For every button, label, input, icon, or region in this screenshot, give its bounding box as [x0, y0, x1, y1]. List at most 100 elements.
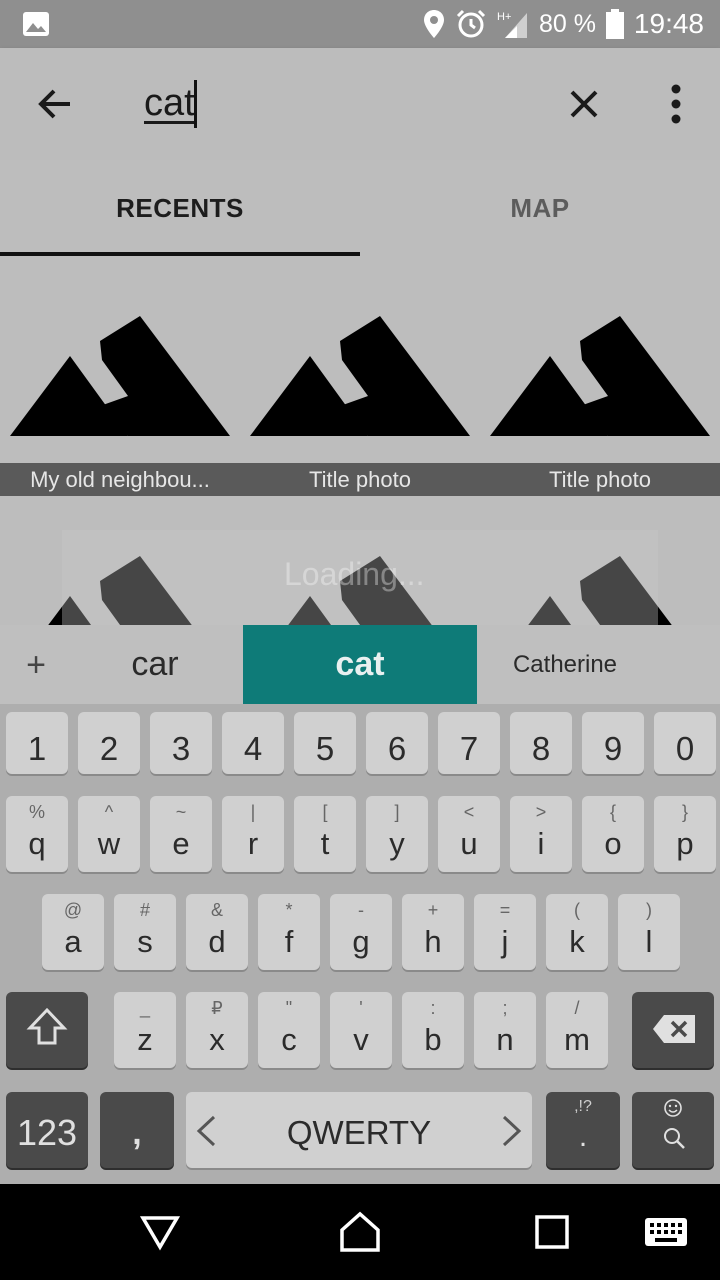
clear-icon[interactable]: [560, 80, 608, 128]
search-app-bar: cat: [0, 48, 720, 160]
search-input[interactable]: cat: [144, 82, 195, 125]
keyboard-key[interactable]: 5: [294, 712, 356, 774]
recents-nav-icon[interactable]: [528, 1208, 576, 1256]
period-key-label: .: [578, 1120, 588, 1153]
keyboard-key[interactable]: 1: [6, 712, 68, 774]
key-label: 6: [387, 730, 407, 767]
photo-tile[interactable]: [480, 256, 720, 496]
keyboard-key[interactable]: ~ e: [150, 796, 212, 872]
keyboard-key[interactable]: ; n: [474, 992, 536, 1068]
keyboard-key[interactable]: = j: [474, 894, 536, 970]
key-label: 3: [171, 730, 191, 767]
keyboard-key[interactable]: 7: [438, 712, 500, 774]
suggestion-item-selected[interactable]: cat: [243, 625, 477, 704]
key-secondary-label: +: [427, 900, 439, 920]
key-label: 2: [99, 730, 119, 767]
key-secondary-label: ^: [104, 802, 114, 822]
key-label: l: [645, 924, 653, 959]
photo-title: Title photo: [549, 467, 651, 492]
key-label: v: [353, 1022, 369, 1057]
more-options-icon[interactable]: [652, 80, 700, 128]
keyboard-key[interactable]: # s: [114, 894, 176, 970]
suggestion-item[interactable]: car: [66, 625, 244, 704]
key-label: p: [676, 826, 694, 861]
loading-text: Loading...: [284, 556, 425, 592]
keyboard-key[interactable]: ] y: [366, 796, 428, 872]
key-label: m: [564, 1022, 590, 1057]
photo-tile[interactable]: [240, 256, 480, 496]
keyboard-key[interactable]: ) l: [618, 894, 680, 970]
keyboard-key[interactable]: 9: [582, 712, 644, 774]
keyboard-key[interactable]: 4: [222, 712, 284, 774]
key-label: s: [137, 924, 153, 959]
keyboard-key[interactable]: > i: [510, 796, 572, 872]
emoji-search-key[interactable]: [632, 1092, 714, 1168]
key-label: j: [501, 924, 509, 959]
add-word-button[interactable]: +: [14, 643, 58, 687]
key-secondary-label: |: [250, 802, 256, 822]
photo-tile[interactable]: [0, 256, 240, 496]
keyboard-key[interactable]: % q: [6, 796, 68, 872]
key-secondary-label: ): [646, 900, 652, 920]
keyboard-key[interactable]: ^ w: [78, 796, 140, 872]
text-cursor: [194, 80, 197, 128]
keyboard-key[interactable]: @ a: [42, 894, 104, 970]
key-label: u: [460, 826, 478, 861]
keyboard-key[interactable]: 6: [366, 712, 428, 774]
keyboard-key[interactable]: 0: [654, 712, 716, 774]
key-secondary-label: {: [609, 802, 616, 822]
keyboard-key[interactable]: (k: [546, 894, 608, 970]
keyboard-key[interactable]: | r: [222, 796, 284, 872]
keyboard-key[interactable]: ' v: [330, 992, 392, 1068]
suggestion-item[interactable]: Catherine: [477, 625, 653, 704]
keyboard-key[interactable]: * f: [258, 894, 320, 970]
back-nav-icon[interactable]: [136, 1208, 184, 1256]
key-secondary-label: =: [499, 900, 511, 920]
period-key[interactable]: ,!? .: [546, 1092, 620, 1168]
photo-title: Title photo: [309, 467, 411, 492]
keyboard-key[interactable]: {o: [582, 796, 644, 872]
tab-recents[interactable]: RECENTS: [0, 160, 360, 256]
keyboard-key[interactable]: _ z: [114, 992, 176, 1068]
search-icon: [664, 1128, 685, 1149]
keyboard-key[interactable]: ₽ x: [186, 992, 248, 1068]
symbols-key[interactable]: 123: [6, 1092, 88, 1168]
shift-key[interactable]: [6, 992, 88, 1068]
keyboard-key[interactable]: + h: [402, 894, 464, 970]
keyboard-key[interactable]: :b: [402, 992, 464, 1068]
status-bar: H+ 80 % 19:48: [0, 0, 720, 48]
key-label: i: [537, 826, 545, 861]
comma-key-label: ,: [132, 1114, 142, 1152]
backspace-key[interactable]: [632, 992, 714, 1068]
key-secondary-label: ': [359, 998, 363, 1018]
keyboard-switch-icon[interactable]: [642, 1208, 690, 1256]
photo-title: My old neighbou...: [30, 467, 210, 492]
home-nav-icon[interactable]: [336, 1208, 384, 1256]
image-placeholder-icon: [490, 316, 710, 436]
keyboard-key[interactable]: & d: [186, 894, 248, 970]
keyboard-key[interactable]: 3: [150, 712, 212, 774]
keyboard-key[interactable]: -g: [330, 894, 392, 970]
back-arrow-icon[interactable]: [32, 80, 80, 128]
space-key[interactable]: QWERTY: [186, 1092, 532, 1168]
space-key-label: QWERTY: [286, 1114, 432, 1151]
battery-icon: [605, 9, 624, 39]
keyboard-key[interactable]: " c: [258, 992, 320, 1068]
key-label: n: [496, 1022, 514, 1057]
keyboard-key[interactable]: 8: [510, 712, 572, 774]
key-label: 0: [675, 730, 695, 767]
key-label: b: [424, 1022, 442, 1057]
keyboard-key[interactable]: < u: [438, 796, 500, 872]
key-label: 8: [531, 730, 551, 767]
keyboard-key[interactable]: } p: [654, 796, 716, 872]
chevron-right-icon: [502, 1115, 522, 1147]
key-secondary-label: >: [535, 802, 547, 822]
comma-key[interactable]: ,: [100, 1092, 174, 1168]
keyboard-key[interactable]: 2: [78, 712, 140, 774]
key-label: h: [424, 924, 442, 959]
keyboard-key[interactable]: [t: [294, 796, 356, 872]
emoji-icon: [664, 1099, 682, 1117]
key-label: k: [569, 924, 585, 959]
keyboard-key[interactable]: / m: [546, 992, 608, 1068]
tab-map[interactable]: MAP: [360, 160, 720, 256]
